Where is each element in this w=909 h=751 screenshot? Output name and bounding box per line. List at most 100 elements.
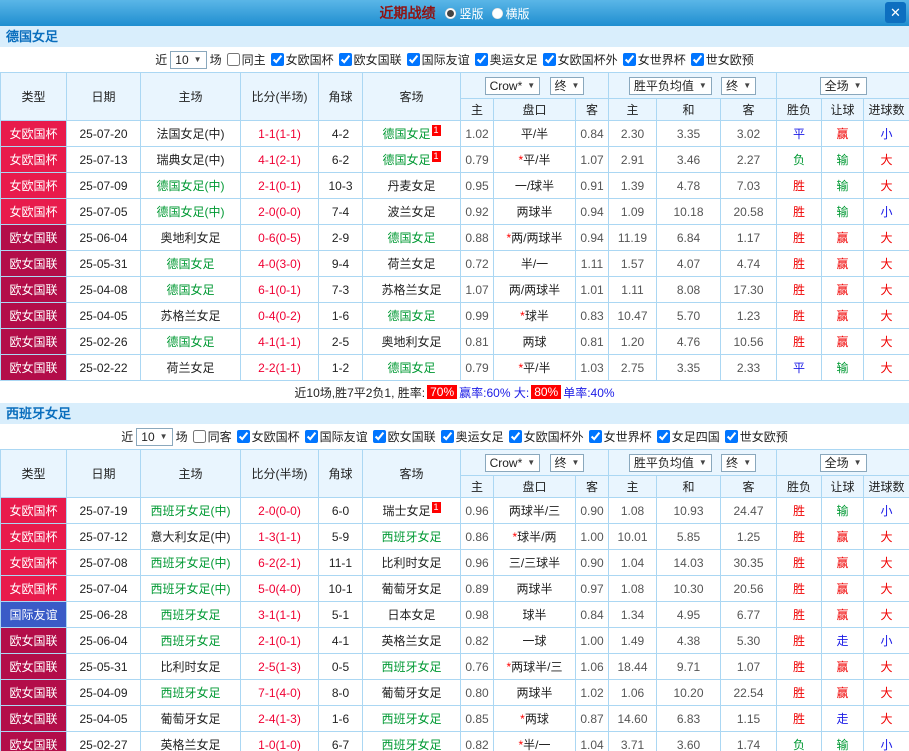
checkbox-input[interactable] (406, 53, 420, 66)
chevron-down-icon: ▼ (853, 458, 862, 467)
score-cell: 4-1(1-1) (240, 328, 319, 355)
checkbox-label: 女世界杯 (603, 430, 652, 444)
handicap-value: 球半/两 (517, 530, 557, 544)
odds-stage-select[interactable]: 终 ▼ (549, 76, 585, 95)
col-header-away: 客场 (362, 72, 461, 121)
avg-stage-select[interactable]: 终 ▼ (721, 453, 757, 472)
checkbox-input[interactable] (226, 53, 240, 66)
team-name: 德国女足 (166, 335, 215, 349)
col-header-avg-away: 客 (719, 475, 778, 498)
league-filter-checkbox[interactable]: 欧女国联 (372, 428, 436, 445)
score-cell: 6-2(2-1) (240, 549, 319, 576)
checkbox-input[interactable] (724, 430, 738, 443)
team-name: 西班牙女足 (160, 686, 221, 700)
avg-stage-select[interactable]: 终 ▼ (721, 76, 757, 95)
checkbox-input[interactable] (474, 53, 488, 66)
checkbox-input[interactable] (372, 430, 386, 443)
score-cell: 2-0(0-0) (240, 497, 319, 524)
checkbox-input[interactable] (440, 430, 454, 443)
league-filter-checkbox[interactable]: 国际友谊 (406, 51, 470, 68)
handicap-value: 一球 (522, 634, 547, 648)
avg-away-cell: 1.15 (719, 705, 778, 732)
odds-away-cell: 1.00 (575, 523, 609, 550)
league-filter-checkbox[interactable]: 国际友谊 (304, 428, 368, 445)
results-table: 类型 日期 主场 比分(半场) 角球 客场 Crow* ▼ 终 ▼ 胜平负均值 ▼ 终… (0, 449, 909, 751)
checkbox-input[interactable] (192, 430, 206, 443)
checkbox-input[interactable] (236, 430, 250, 443)
checkbox-input[interactable] (588, 430, 602, 443)
checkbox-label: 同主 (241, 53, 266, 67)
league-filter-checkbox[interactable]: 女世界杯 (588, 428, 652, 445)
home-team-cell: 瑞典女足(中) (140, 146, 241, 173)
league-filter-checkbox[interactable]: 女世界杯 (622, 51, 686, 68)
same-venue-checkbox[interactable]: 同客 (192, 428, 232, 445)
radio-label: 竖版 (459, 6, 484, 21)
home-team-cell: 比利时女足 (140, 653, 241, 680)
col-header-result: 胜负 (776, 475, 823, 498)
filter-suffix-label: 场 (209, 53, 222, 67)
league-filter-checkbox[interactable]: 女欧国杯 (270, 51, 334, 68)
home-team-cell: 西班牙女足(中) (140, 497, 241, 524)
odds-company-select[interactable]: Crow* ▼ (484, 453, 541, 472)
goals-result-cell: 小 (863, 120, 909, 147)
match-row: 欧女国联 25-05-31 比利时女足 2-5(1-3) 0-5 西班牙女足 0.76 *两球… (0, 653, 909, 680)
handicap-cell: 两球半/三 (493, 497, 576, 524)
avg-draw-cell: 4.95 (656, 601, 721, 628)
handicap-value: 两球半 (516, 582, 553, 596)
league-filter-checkbox[interactable]: 世女欧预 (690, 51, 754, 68)
home-team-cell: 西班牙女足(中) (140, 575, 241, 602)
score-cell: 2-1(0-1) (240, 627, 319, 654)
recent-count-select[interactable]: 10 ▼ (170, 50, 207, 69)
league-filter-checkbox[interactable]: 女欧国杯外 (508, 428, 584, 445)
checkbox-input[interactable] (622, 53, 636, 66)
close-button[interactable]: ✕ (885, 2, 906, 23)
chevron-down-icon: ▼ (743, 458, 752, 467)
recent-count-select[interactable]: 10 ▼ (136, 427, 173, 446)
goals-result-cell: 大 (863, 302, 909, 329)
same-venue-checkbox[interactable]: 同主 (226, 51, 266, 68)
checkbox-input[interactable] (656, 430, 670, 443)
odds-home-cell: 0.72 (460, 250, 494, 277)
handicap-result-cell: 赢 (821, 224, 865, 251)
checkbox-input[interactable] (304, 430, 318, 443)
scope-select[interactable]: 全场 ▼ (819, 76, 867, 95)
league-filter-checkbox[interactable]: 奥运女足 (440, 428, 504, 445)
avg-draw-cell: 5.85 (656, 523, 721, 550)
col-header-avg-draw: 和 (656, 98, 721, 121)
team-name: 德国女足 (382, 127, 431, 141)
avg-type-select[interactable]: 胜平负均值 ▼ (628, 76, 712, 95)
radio-icon[interactable] (491, 7, 503, 19)
goals-result-cell: 大 (863, 601, 909, 628)
handicap-cell: *球半/两 (493, 523, 576, 550)
league-filter-checkbox[interactable]: 女欧国杯外 (542, 51, 618, 68)
league-filter-checkbox[interactable]: 世女欧预 (724, 428, 788, 445)
odds-home-cell: 0.96 (460, 497, 494, 524)
team-name: 德国女足 (387, 361, 436, 375)
checkbox-input[interactable] (508, 430, 522, 443)
odds-stage-select[interactable]: 终 ▼ (549, 453, 585, 472)
odds-home-cell: 1.02 (460, 120, 494, 147)
league-filter-checkbox[interactable]: 女足四国 (656, 428, 720, 445)
odds-home-cell: 0.96 (460, 549, 494, 576)
league-filter-checkbox[interactable]: 女欧国杯 (236, 428, 300, 445)
odds-company-select[interactable]: Crow* ▼ (484, 76, 541, 95)
checkbox-input[interactable] (338, 53, 352, 66)
checkbox-input[interactable] (270, 53, 284, 66)
league-filter-checkbox[interactable]: 奥运女足 (474, 51, 538, 68)
layout-radio-option[interactable]: 横版 (491, 5, 530, 22)
col-header-odds-home: 主 (460, 475, 494, 498)
league-cell: 欧女国联 (0, 679, 67, 706)
checkbox-input[interactable] (542, 53, 556, 66)
avg-type-select[interactable]: 胜平负均值 ▼ (628, 453, 712, 472)
scope-select[interactable]: 全场 ▼ (819, 453, 867, 472)
home-team-cell: 西班牙女足(中) (140, 549, 241, 576)
league-filter-checkbox[interactable]: 欧女国联 (338, 51, 402, 68)
radio-icon[interactable] (445, 7, 457, 19)
odds-away-cell: 1.11 (575, 250, 609, 277)
away-team-cell: 波兰女足 (362, 198, 461, 225)
avg-away-cell: 10.56 (719, 328, 778, 355)
checkbox-input[interactable] (690, 53, 704, 66)
handicap-value: 两球 (522, 335, 547, 349)
result-cell: 胜 (776, 302, 823, 329)
layout-radio-selected[interactable]: 竖版 (445, 5, 484, 22)
